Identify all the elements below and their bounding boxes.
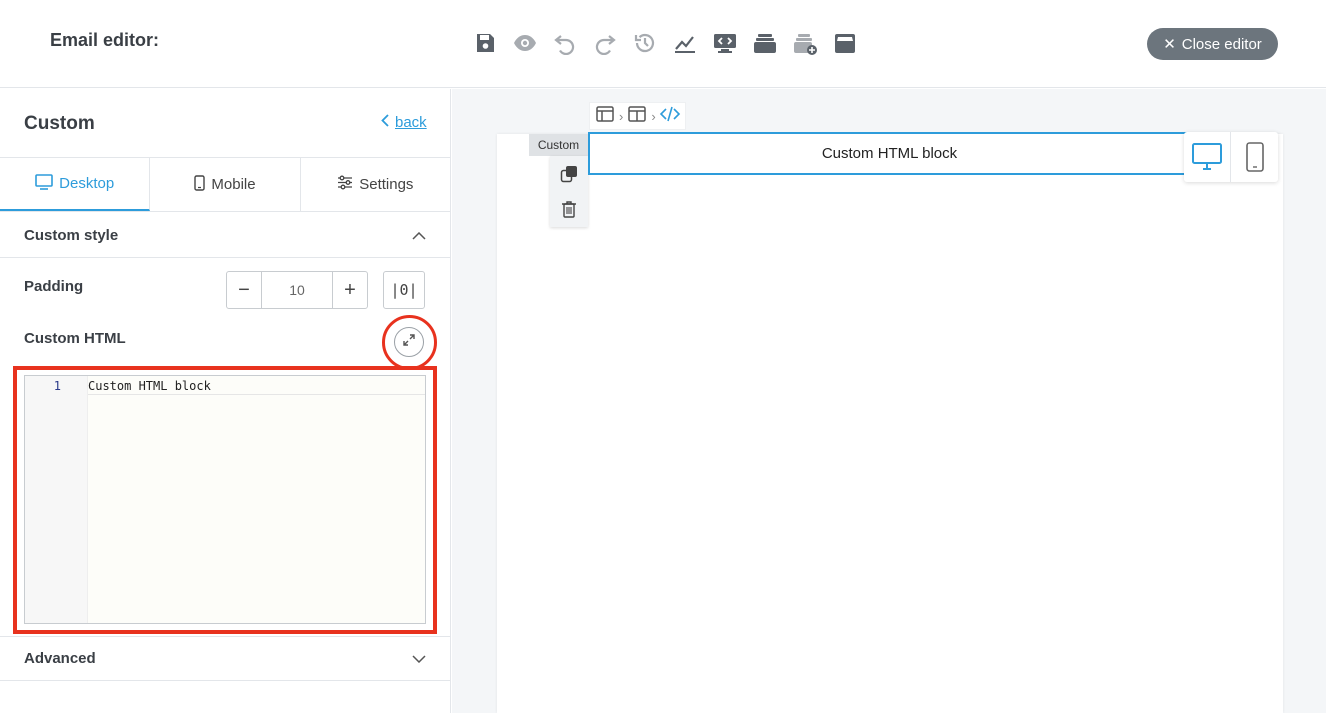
- trash-icon[interactable]: [557, 197, 581, 221]
- tab-desktop-label: Desktop: [59, 175, 115, 192]
- html-code-editor[interactable]: 1 Custom HTML block: [24, 375, 426, 624]
- custom-style-label: Custom style: [24, 226, 119, 244]
- breadcrumb: › ›: [589, 102, 686, 130]
- padding-label: Padding: [24, 278, 84, 295]
- settings-panel: Custom back Desktop Mobile Settings Cust…: [0, 89, 451, 713]
- modules-icon[interactable]: [750, 28, 780, 58]
- store-icon[interactable]: [830, 28, 860, 58]
- advanced-section-header[interactable]: Advanced: [0, 636, 450, 681]
- expand-icon: [402, 333, 416, 352]
- code-line[interactable]: Custom HTML block: [88, 379, 425, 395]
- duplicate-icon[interactable]: [557, 162, 581, 186]
- code-view-icon[interactable]: [710, 28, 740, 58]
- history-icon[interactable]: [630, 28, 660, 58]
- tab-mobile-label: Mobile: [211, 176, 256, 193]
- close-icon: ✕: [1163, 36, 1176, 53]
- padding-stepper: − 10 +: [226, 271, 368, 309]
- line-number-gutter: 1: [25, 376, 88, 623]
- chevron-right-icon: ›: [619, 108, 624, 124]
- padding-mode-button[interactable]: |0|: [383, 271, 425, 309]
- container-icon[interactable]: [626, 103, 648, 130]
- mobile-preview-icon[interactable]: [1231, 132, 1278, 182]
- tab-desktop[interactable]: Desktop: [0, 158, 151, 211]
- redo-icon[interactable]: [590, 28, 620, 58]
- block-actions: [550, 156, 588, 227]
- tab-mobile[interactable]: Mobile: [150, 158, 301, 211]
- close-editor-button[interactable]: ✕ Close editor: [1147, 28, 1278, 60]
- undo-icon[interactable]: [550, 28, 580, 58]
- code-icon[interactable]: [659, 103, 681, 130]
- custom-html-block[interactable]: Custom HTML block: [588, 132, 1191, 175]
- preview-icon[interactable]: [510, 28, 540, 58]
- tab-settings-label: Settings: [359, 176, 414, 193]
- increment-button[interactable]: +: [333, 272, 367, 308]
- expand-editor-button[interactable]: [394, 327, 424, 357]
- email-body: [497, 134, 1283, 713]
- custom-style-section-header[interactable]: Custom style: [0, 213, 450, 258]
- mobile-icon: [194, 174, 206, 195]
- chevron-left-icon: [381, 114, 389, 131]
- decrement-button[interactable]: −: [227, 272, 261, 308]
- editor-canvas: › › Custom Custom HTML block: [452, 89, 1326, 713]
- save-module-icon[interactable]: [790, 28, 820, 58]
- back-label: back: [395, 114, 427, 131]
- top-bar: Email editor: ✕ Close editor: [0, 0, 1326, 88]
- tab-settings[interactable]: Settings: [301, 158, 450, 211]
- app-title: Email editor:: [50, 30, 160, 50]
- back-link[interactable]: back: [381, 114, 427, 131]
- line-number: 1: [53, 379, 61, 393]
- desktop-icon: [35, 173, 53, 194]
- padding-value[interactable]: 10: [261, 272, 333, 308]
- close-editor-label: Close editor: [1181, 35, 1262, 53]
- sliders-icon: [337, 175, 353, 194]
- device-tabs: Desktop Mobile Settings: [0, 157, 450, 212]
- save-icon[interactable]: [470, 28, 500, 58]
- toolbar: [470, 28, 860, 58]
- desktop-preview-icon[interactable]: [1184, 132, 1231, 182]
- structure-icon[interactable]: [594, 103, 616, 130]
- custom-html-label: Custom HTML: [24, 330, 126, 347]
- chevron-down-icon: [412, 650, 426, 667]
- code-area[interactable]: Custom HTML block: [88, 376, 425, 623]
- block-type-tag: Custom: [529, 134, 588, 156]
- stats-icon[interactable]: [670, 28, 700, 58]
- chevron-up-icon: [412, 227, 426, 244]
- device-preview-switch: [1184, 132, 1278, 182]
- panel-title: Custom: [24, 113, 95, 134]
- chevron-right-icon: ›: [651, 108, 656, 124]
- advanced-label: Advanced: [24, 650, 96, 667]
